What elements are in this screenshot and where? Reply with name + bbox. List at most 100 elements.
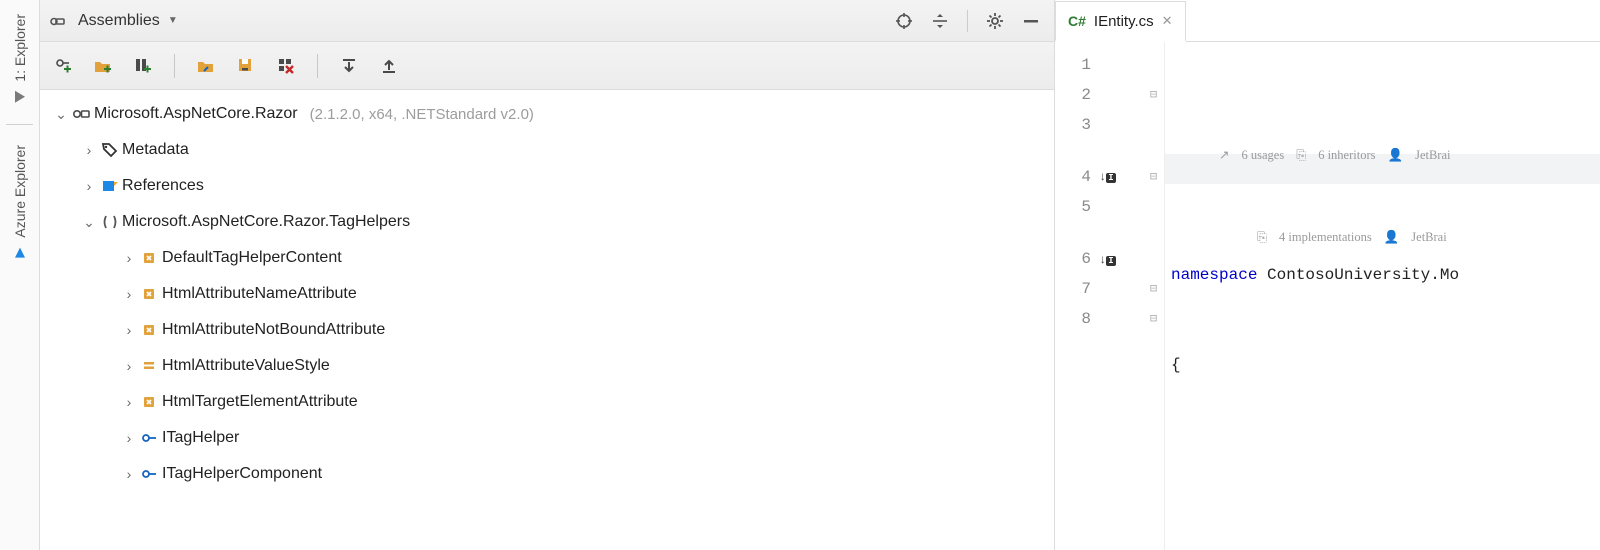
assembly-explorer-panel: Assemblies ▼ [40,0,1055,550]
tree-namespace-label: Microsoft.AspNetCore.Razor.TagHelpers [122,213,410,231]
tree-root-label: Microsoft.AspNetCore.Razor [94,105,298,123]
chevron-right-icon: › [120,250,138,266]
kw-namespace: namespace [1171,266,1257,284]
lens-author-icon: 👤 [1388,140,1404,170]
enum-icon [138,358,162,374]
tree-interface[interactable]: › ITagHelper [40,420,1054,456]
lens-inheritors-icon: ⎘ [1296,140,1306,170]
add-folder-icon[interactable] [90,53,116,79]
tree-interface-label: ITagHelperComponent [162,465,322,483]
close-icon[interactable]: ✕ [1162,13,1173,29]
chevron-right-icon: › [120,430,138,446]
fold-end-icon: ⊟ [1143,274,1164,304]
fold-gutter: ⊟ ⊟ ⊟ ⊟ [1143,42,1165,550]
chevron-down-icon: ▼ [168,15,178,26]
tree-enum-label: HtmlAttributeValueStyle [162,357,330,375]
tree-interface-label: ITagHelper [162,429,239,447]
implementers-icon[interactable]: ↓I [1099,245,1143,276]
run-icon [13,90,27,104]
tree-root[interactable]: ⌄ Microsoft.AspNetCore.Razor (2.1.2.0, x… [40,96,1054,132]
code-editor[interactable]: 1 2 3 4 5 6 7 8 ↓I ↓I ⊟ [1055,42,1600,550]
assembly-icon [70,107,94,121]
chevron-right-icon: › [120,322,138,338]
stripe-azure[interactable]: Azure Explorer [12,131,28,274]
class-icon [138,286,162,302]
class-icon [138,394,162,410]
chevron-right-icon: › [120,394,138,410]
tree-class-label: DefaultTagHelperContent [162,249,342,267]
chevron-right-icon: › [80,178,98,194]
tool-stripe: 1: Explorer Azure Explorer [0,0,40,550]
lens-usages-icon: ↗ [1219,140,1229,170]
import-icon[interactable] [376,53,402,79]
chevron-down-icon: ⌄ [80,214,98,231]
open-folder-icon[interactable] [193,53,219,79]
stripe-explorer-label: 1: Explorer [12,14,28,82]
editor-tabbar: C# IEntity.cs ✕ [1055,0,1600,42]
assembly-tree[interactable]: ⌄ Microsoft.AspNetCore.Razor (2.1.2.0, x… [40,90,1054,550]
add-server-icon[interactable] [130,53,156,79]
export-icon[interactable] [336,53,362,79]
marker-gutter: ↓I ↓I [1099,42,1143,550]
code-body[interactable]: namespace ContosoUniversity.Mo { ↗6 usag… [1165,42,1600,550]
line-number: 5 [1055,192,1091,222]
line-number: 2 [1055,80,1091,110]
lens-impl-icon: ⎘ [1257,222,1267,252]
save-list-icon[interactable] [233,53,259,79]
csharp-icon: C# [1068,13,1086,29]
chevron-down-icon: ⌄ [52,106,70,123]
fold-icon[interactable]: ⊟ [1143,162,1164,192]
code-lens[interactable]: ↗6 usages ⎘6 inheritors 👤JetBrai [1219,140,1451,170]
tree-references[interactable]: › References [40,168,1054,204]
tag-icon [98,142,122,158]
interface-icon [138,466,162,482]
tree-namespace[interactable]: ⌄ Microsoft.AspNetCore.Razor.TagHelpers [40,204,1054,240]
tree-class-label: HtmlAttributeNameAttribute [162,285,357,303]
stripe-separator [6,124,33,125]
editor-pane: C# IEntity.cs ✕ 1 2 3 4 5 6 7 8 ↓I ↓I [1055,0,1600,550]
lens-author-icon: 👤 [1384,222,1400,252]
tree-references-label: References [122,177,204,195]
chevron-right-icon: › [80,142,98,158]
stripe-explorer[interactable]: 1: Explorer [12,0,28,118]
line-number: 1 [1055,50,1091,80]
fold-icon[interactable]: ⊟ [1143,80,1164,110]
split-icon[interactable] [927,8,953,34]
tree-metadata-label: Metadata [122,141,189,159]
code-lens[interactable]: ⎘4 implementations 👤JetBrai [1257,222,1447,252]
editor-tab[interactable]: C# IEntity.cs ✕ [1055,1,1186,42]
code-text: { [1171,356,1181,374]
assemblies-icon [50,12,68,30]
tree-class[interactable]: › HtmlAttributeNameAttribute [40,276,1054,312]
tree-enum[interactable]: › HtmlAttributeValueStyle [40,348,1054,384]
class-icon [138,322,162,338]
azure-icon [13,245,27,259]
chevron-right-icon: › [120,466,138,482]
line-number: 6 [1055,244,1091,274]
separator [317,54,318,78]
panel-toolbar [40,42,1054,90]
line-number: 7 [1055,274,1091,304]
separator [967,10,968,32]
tree-metadata[interactable]: › Metadata [40,132,1054,168]
minimize-icon[interactable] [1018,8,1044,34]
tree-interface[interactable]: › ITagHelperComponent [40,456,1054,492]
clear-icon[interactable] [273,53,299,79]
tree-root-meta: (2.1.2.0, x64, .NETStandard v2.0) [310,106,534,123]
implementers-icon[interactable]: ↓I [1099,162,1143,193]
gear-icon[interactable] [982,8,1008,34]
add-node-icon[interactable] [50,53,76,79]
tree-class[interactable]: › HtmlAttributeNotBoundAttribute [40,312,1054,348]
tree-class[interactable]: › HtmlTargetElementAttribute [40,384,1054,420]
chevron-right-icon: › [120,286,138,302]
panel-header: Assemblies ▼ [40,0,1054,42]
tree-class[interactable]: › DefaultTagHelperContent [40,240,1054,276]
interface-icon [138,430,162,446]
line-number-gutter: 1 2 3 4 5 6 7 8 [1055,42,1099,550]
class-icon [138,250,162,266]
target-icon[interactable] [891,8,917,34]
line-number: 8 [1055,304,1091,334]
stripe-azure-label: Azure Explorer [12,145,28,238]
tree-class-label: HtmlAttributeNotBoundAttribute [162,321,385,339]
panel-title-wrap[interactable]: Assemblies ▼ [78,12,178,30]
